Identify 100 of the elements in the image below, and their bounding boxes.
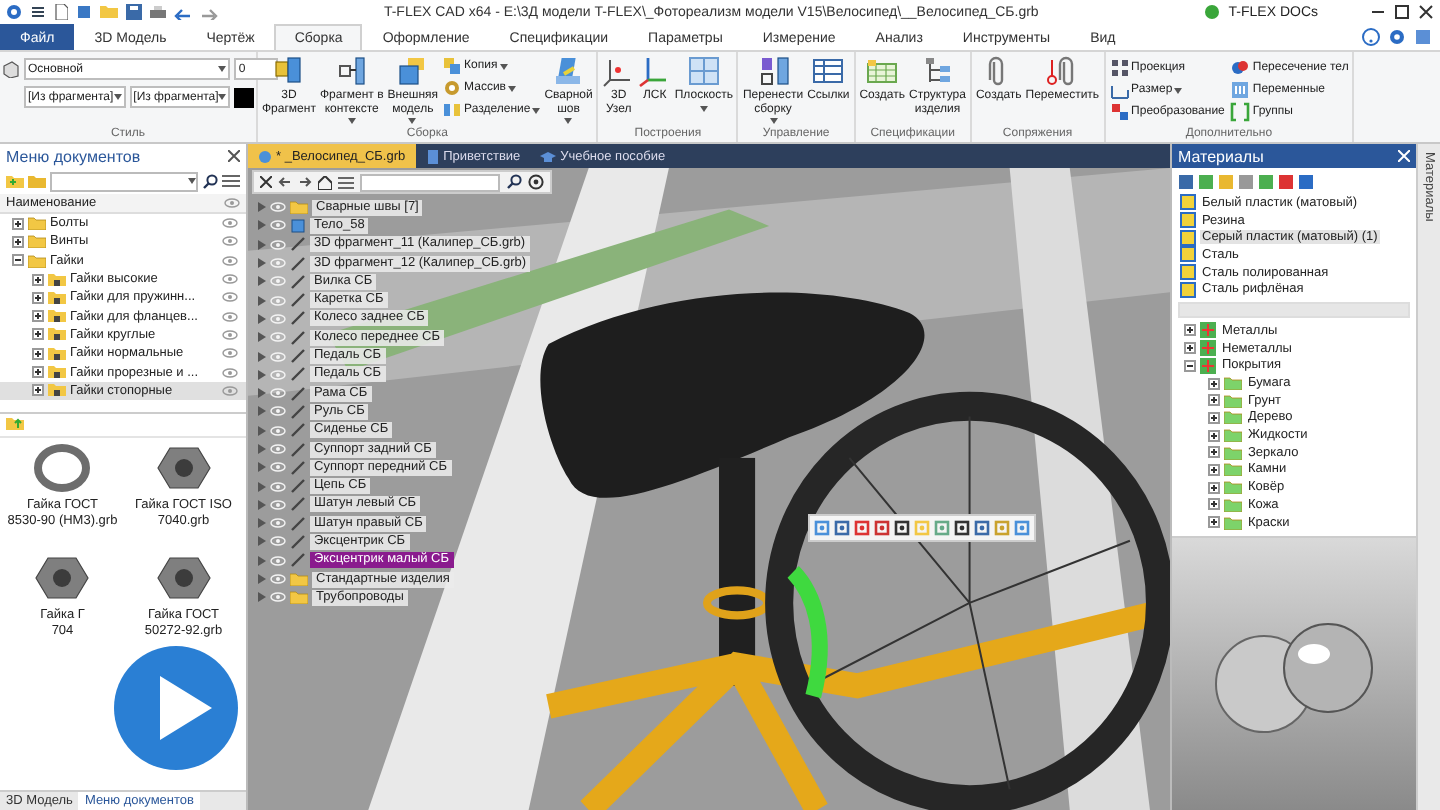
expand-icon[interactable] [1208,481,1220,494]
expand-icon[interactable] [32,366,44,379]
tool-icon[interactable] [834,520,850,536]
expand-icon[interactable] [12,235,24,248]
list-icon[interactable] [222,174,240,188]
undo-icon[interactable] [174,5,192,19]
expand-icon[interactable] [1208,394,1220,407]
weld-icon [552,56,585,88]
play-button-icon[interactable] [112,644,240,772]
projection-icon [1109,58,1130,78]
expand-icon[interactable] [1208,446,1220,459]
intersection-icon [1230,58,1251,78]
eye-icon[interactable] [222,367,238,378]
close-icon[interactable] [1418,4,1434,20]
eye-icon[interactable] [222,311,238,322]
open-folder-icon[interactable] [28,173,46,189]
tree-structure-icon [921,56,954,88]
tool-icon[interactable] [954,520,970,536]
table-icon [812,56,845,88]
expand-icon[interactable] [1184,324,1196,337]
locked-folder-icon [48,326,66,343]
assembly-icon [258,149,272,163]
expand-icon[interactable] [1208,516,1220,529]
folder-up-icon[interactable] [6,416,24,433]
tool-icon[interactable] [894,520,910,536]
save-icon[interactable] [126,4,142,20]
expand-icon[interactable] [1208,429,1220,442]
axes-icon [638,56,671,88]
redo-icon[interactable] [200,5,218,19]
caret-icon [218,66,227,72]
eye-icon[interactable] [222,274,238,285]
add-folder-icon[interactable] [6,173,24,189]
variables-icon [1230,80,1251,100]
caret-icon [218,94,227,100]
expand-icon[interactable] [1208,411,1220,424]
expand-icon[interactable] [1184,342,1196,355]
settings-icon[interactable] [528,174,544,190]
ring-icon [32,441,93,494]
nut-icon [153,551,214,604]
expand-icon[interactable] [32,273,44,286]
print-icon[interactable] [150,4,166,20]
dimension-icon [1109,80,1130,100]
expand-icon[interactable] [32,347,44,360]
eye-icon[interactable] [222,255,238,266]
graduation-cap-icon [540,149,557,163]
eye-icon[interactable] [222,292,238,303]
collapse-icon[interactable] [12,254,24,267]
forward-icon[interactable] [298,176,312,188]
expand-icon[interactable] [32,310,44,323]
expand-icon[interactable] [1208,498,1220,511]
nut-icon [153,441,214,494]
locked-folder-icon [48,308,66,325]
panel-arrow-icon [335,56,368,88]
new-file-icon[interactable] [54,4,68,20]
collapse-icon[interactable] [1184,359,1196,372]
eye-icon[interactable] [222,385,238,396]
eye-icon[interactable] [222,348,238,359]
back-icon[interactable] [278,176,292,188]
eye-icon[interactable] [222,329,238,340]
panel-title: Материалы [1178,147,1264,165]
locked-folder-icon [48,382,66,399]
search-icon[interactable] [506,174,522,190]
expand-icon[interactable] [32,328,44,341]
eye-icon [224,198,240,208]
folder-icon [290,200,308,215]
close-icon[interactable] [260,176,272,188]
expand-icon[interactable] [32,384,44,397]
search-icon[interactable] [202,173,218,189]
color-swatch-icon [234,87,255,107]
status-dot-icon [1204,4,1221,20]
transform-icon [1109,102,1130,122]
eye-icon[interactable] [222,218,238,229]
caret-icon [188,178,196,184]
close-icon[interactable] [228,150,240,162]
menu-icon[interactable] [30,4,46,20]
panel-title: Меню документов [6,147,141,165]
spreadsheet-icon [866,56,899,88]
home-icon[interactable] [318,175,332,189]
expand-icon[interactable] [1208,377,1220,390]
help-icon[interactable] [1362,28,1380,46]
transfer-icon [757,56,790,88]
paperclip-move-icon [1046,56,1079,88]
panel-icon[interactable] [1414,28,1432,46]
expand-icon[interactable] [32,291,44,304]
horizontal-scrollbar[interactable] [1178,302,1410,319]
list-icon[interactable] [338,175,354,189]
brackets-icon [1230,102,1251,122]
maximize-icon[interactable] [1394,4,1410,20]
caret-icon [113,94,122,100]
search-field[interactable] [50,171,198,191]
locked-folder-icon [48,364,66,381]
locked-folder-icon [48,345,66,362]
expand-icon[interactable] [1208,463,1220,476]
tree-search-field[interactable] [360,173,500,191]
locked-folder-icon [48,271,66,288]
tool-icon[interactable] [974,520,990,536]
expand-icon[interactable] [12,217,24,230]
eye-icon[interactable] [222,236,238,247]
nut-icon [32,551,93,604]
axes-icon [602,56,635,88]
